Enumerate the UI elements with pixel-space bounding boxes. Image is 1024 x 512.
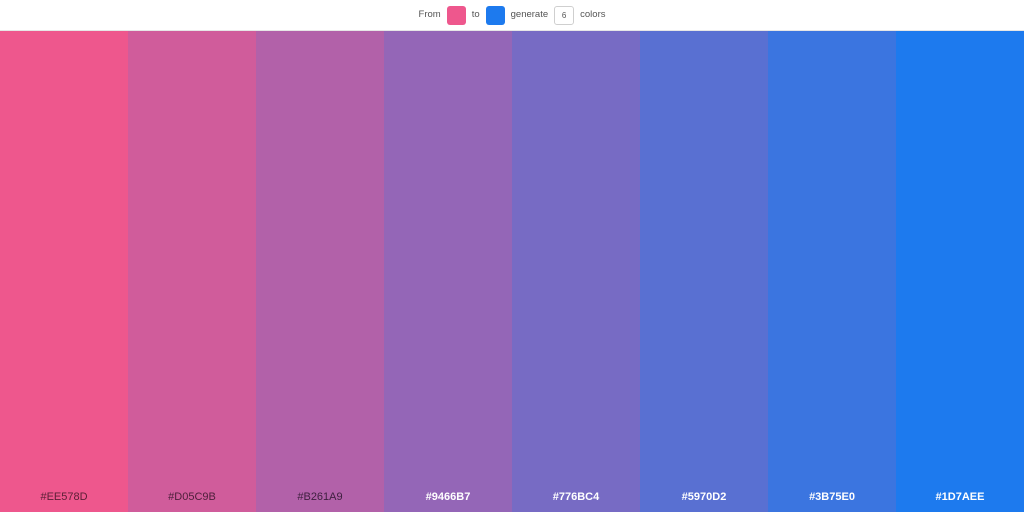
color-hex-label: #1D7AEE [935, 491, 985, 503]
color-stripe[interactable]: #3B75E0 [768, 31, 896, 512]
color-hex-label: #9466B7 [425, 491, 471, 503]
color-stripe[interactable]: #B261A9 [256, 31, 384, 512]
color-stripe[interactable]: #1D7AEE [896, 31, 1024, 512]
color-palette: #EE578D #D05C9B #B261A9 #9466B7 #776BC4 #5970… [0, 31, 1024, 512]
generator-toolbar: From to generate colors [0, 0, 1024, 31]
color-stripe[interactable]: #EE578D [0, 31, 128, 512]
to-label: to [471, 9, 480, 21]
color-hex-label: #776BC4 [552, 491, 600, 503]
color-hex-label: #B261A9 [297, 491, 343, 503]
from-color-swatch[interactable] [446, 5, 466, 25]
color-stripe[interactable]: #D05C9B [128, 31, 256, 512]
color-stripe[interactable]: #9466B7 [384, 31, 512, 512]
generate-label: generate [510, 9, 549, 21]
color-stripe[interactable]: #776BC4 [512, 31, 640, 512]
color-hex-label: #D05C9B [168, 491, 216, 503]
colors-label: colors [580, 9, 606, 21]
color-hex-label: #3B75E0 [809, 491, 855, 503]
from-label: From [418, 9, 441, 21]
color-stripe[interactable]: #5970D2 [640, 31, 768, 512]
color-hex-label: #5970D2 [681, 491, 727, 503]
to-color-swatch[interactable] [485, 5, 505, 25]
color-count-input[interactable] [554, 5, 575, 25]
color-hex-label: #EE578D [40, 491, 88, 503]
